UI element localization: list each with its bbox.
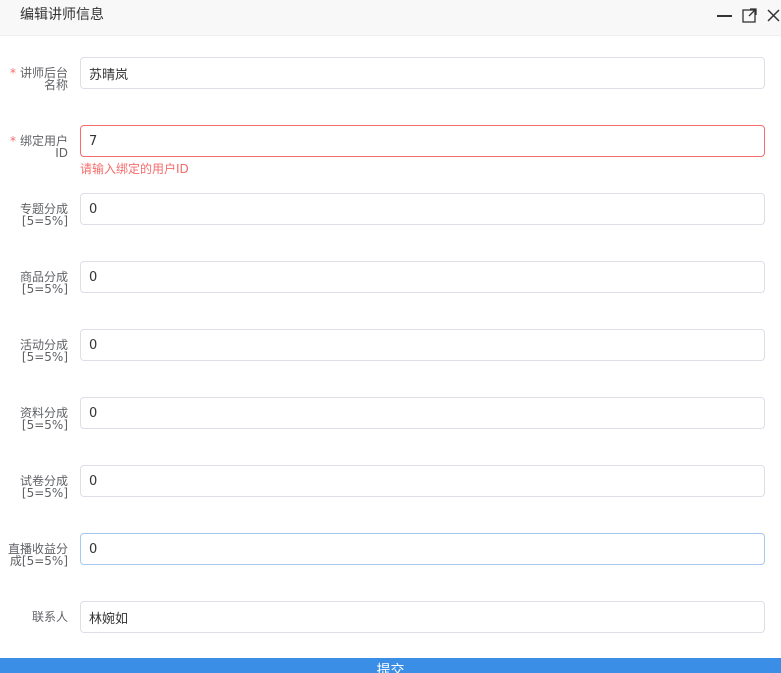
topic-share-input[interactable]	[80, 193, 765, 225]
field-label-bind-user-id: 绑定用户 ID	[0, 135, 68, 159]
product-share-input[interactable]	[80, 261, 765, 293]
label-line: [5=5%]	[21, 418, 68, 432]
submit-button[interactable]: 提交	[0, 658, 781, 673]
field-label-topic-share: 专题分成 [5=5%]	[0, 203, 68, 227]
maximize-icon[interactable]	[741, 6, 759, 26]
dialog-titlebar: 编辑讲师信息	[0, 0, 781, 36]
field-label-contact: 联系人	[31, 610, 68, 624]
contact-input[interactable]	[80, 601, 765, 633]
lecturer-name-input[interactable]	[80, 57, 765, 89]
minimize-icon[interactable]	[716, 6, 734, 26]
field-label-lecturer-name: 讲师后台 名称	[0, 67, 68, 91]
dialog-title: 编辑讲师信息	[20, 7, 104, 23]
material-share-input[interactable]	[80, 397, 765, 429]
field-label-activity-share: 活动分成 [5=5%]	[0, 339, 68, 363]
label-line: [5=5%]	[21, 486, 68, 500]
field-label-exam-share: 试卷分成 [5=5%]	[0, 475, 68, 499]
field-label-material-share: 资料分成 [5=5%]	[0, 407, 68, 431]
close-icon[interactable]	[765, 6, 781, 26]
bind-user-id-input[interactable]	[80, 125, 765, 157]
label-line: 名称	[43, 78, 68, 92]
live-share-input[interactable]	[80, 533, 765, 565]
field-label-product-share: 商品分成 [5=5%]	[0, 271, 68, 295]
label-line: [5=5%]	[21, 214, 68, 228]
label-line: [5=5%]	[21, 282, 68, 296]
label-line: [5=5%]	[21, 350, 68, 364]
label-line: ID	[55, 146, 68, 160]
activity-share-input[interactable]	[80, 329, 765, 361]
edit-lecturer-dialog: 编辑讲师信息 * 讲师后台 名称 *	[0, 0, 781, 673]
bind-user-id-error: 请输入绑定的用户ID	[80, 162, 189, 176]
label-line: 成[5=5%]	[9, 554, 68, 568]
exam-share-input[interactable]	[80, 465, 765, 497]
field-label-live-share: 直播收益分 成[5=5%]	[0, 543, 68, 567]
